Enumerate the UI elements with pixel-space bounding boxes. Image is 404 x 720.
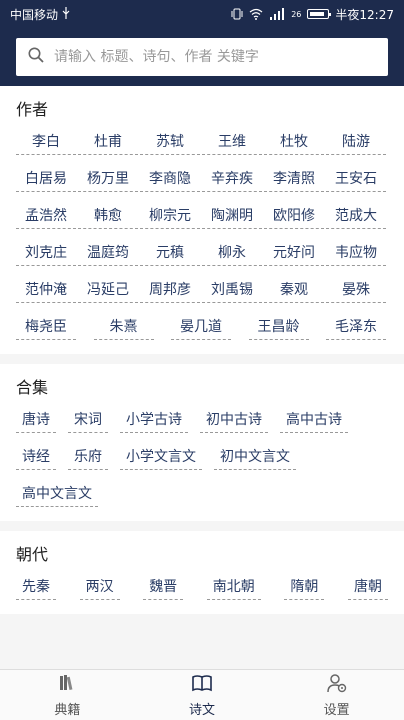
author-tag[interactable]: 苏轼 (140, 128, 200, 155)
author-tag[interactable]: 元好问 (264, 239, 324, 266)
collection-tag[interactable]: 高中文言文 (16, 480, 98, 507)
collection-tag[interactable]: 宋词 (68, 406, 108, 433)
carrier-label: 中国移动 (10, 7, 59, 22)
author-tag[interactable]: 李白 (16, 128, 76, 155)
collection-tag[interactable]: 初中文言文 (214, 443, 296, 470)
author-tag[interactable]: 范仲淹 (16, 276, 76, 303)
tab-label: 典籍 (54, 702, 81, 718)
books-icon (57, 673, 77, 697)
author-tag[interactable]: 刘克庄 (16, 239, 76, 266)
collection-tag[interactable]: 小学古诗 (120, 406, 188, 433)
collection-tag[interactable]: 唐诗 (16, 406, 56, 433)
wifi-icon (249, 8, 263, 20)
collection-tag-list: 唐诗 宋词 小学古诗 初中古诗 高中古诗诗经 乐府 小学文言文 初中文言文高中文言文 (16, 406, 388, 507)
author-tag[interactable]: 辛弃疾 (202, 165, 262, 192)
author-tag[interactable]: 陶渊明 (202, 202, 262, 229)
author-tag[interactable]: 冯延己 (78, 276, 138, 303)
dynasty-tag[interactable]: 南北朝 (206, 573, 261, 600)
tab-settings[interactable]: 设置 (269, 670, 404, 720)
search-bar[interactable] (16, 38, 388, 76)
clock: 半夜12:27 (335, 7, 394, 22)
author-tag[interactable]: 韦应物 (326, 239, 386, 266)
tab-label: 设置 (323, 702, 350, 718)
collection-tag[interactable]: 初中古诗 (200, 406, 268, 433)
tab-poems[interactable]: 诗文 (135, 670, 270, 720)
open-book-icon (191, 673, 213, 697)
tab-classics[interactable]: 典籍 (0, 670, 135, 720)
author-tag[interactable]: 欧阳修 (264, 202, 324, 229)
search-header (0, 28, 404, 86)
user-settings-icon (326, 673, 348, 697)
tab-label: 诗文 (189, 702, 216, 718)
author-tag[interactable]: 王维 (202, 128, 262, 155)
dynasties-section: 朝代 先秦 两汉 魏晋 南北朝 隋朝 唐朝 (0, 531, 404, 614)
author-tag[interactable]: 温庭筠 (78, 239, 138, 266)
authors-section: 作者 李白 杜甫 苏轼 王维 杜牧 陆游白居易 杨万里 李商隐 辛弃疾 李清照 王安石孟浩然 韩愈 柳宗… (0, 86, 404, 354)
author-tag[interactable]: 梅尧臣 (16, 313, 76, 340)
author-tag[interactable]: 李清照 (264, 165, 324, 192)
author-tag[interactable]: 陆游 (326, 128, 386, 155)
section-title-dynasties: 朝代 (16, 545, 49, 564)
author-tag[interactable]: 元稹 (140, 239, 200, 266)
usb-icon (62, 6, 70, 22)
signal-label: 26 (291, 9, 302, 19)
author-tag[interactable]: 毛泽东 (326, 313, 386, 340)
author-tag[interactable]: 晏几道 (171, 313, 231, 340)
author-tag[interactable]: 周邦彦 (140, 276, 200, 303)
vibrate-icon (231, 8, 243, 20)
author-tag[interactable]: 王安石 (326, 165, 386, 192)
author-tag[interactable]: 刘禹锡 (202, 276, 262, 303)
collection-tag[interactable]: 小学文言文 (120, 443, 202, 470)
author-tag[interactable]: 杜甫 (78, 128, 138, 155)
author-tag[interactable]: 朱熹 (93, 313, 154, 340)
dynasty-tag[interactable]: 魏晋 (143, 573, 184, 600)
collection-tag[interactable]: 高中古诗 (280, 406, 348, 433)
author-tag[interactable]: 杨万里 (78, 165, 138, 192)
author-tag[interactable]: 柳永 (202, 239, 262, 266)
main-content: 作者 李白 杜甫 苏轼 王维 杜牧 陆游白居易 杨万里 李商隐 辛弃疾 李清照 王安石孟浩然 韩愈 柳宗… (0, 86, 404, 669)
author-tag[interactable]: 范成大 (326, 202, 386, 229)
author-tag-list: 李白 杜甫 苏轼 王维 杜牧 陆游白居易 杨万里 李商隐 辛弃疾 李清照 王安石孟浩然 韩愈 柳宗元 陶渊… (16, 128, 388, 340)
author-tag[interactable]: 晏殊 (326, 276, 386, 303)
dynasty-tag-list: 先秦 两汉 魏晋 南北朝 隋朝 唐朝 (16, 573, 388, 600)
status-bar: 中国移动 26 半夜12:27 (0, 0, 404, 28)
author-tag[interactable]: 王昌龄 (248, 313, 309, 340)
dynasty-tag[interactable]: 两汉 (79, 573, 120, 600)
dynasty-tag[interactable]: 唐朝 (347, 573, 388, 600)
bottom-tab-bar: 典籍 诗文 设置 (0, 669, 404, 720)
search-icon (28, 47, 44, 67)
section-title-collections: 合集 (16, 378, 49, 397)
search-input[interactable] (54, 49, 376, 65)
dynasty-tag[interactable]: 先秦 (16, 573, 56, 600)
battery-icon (307, 9, 332, 19)
collections-section: 合集 唐诗 宋词 小学古诗 初中古诗 高中古诗诗经 乐府 小学文言文 初中文言文高中文言文 (0, 364, 404, 521)
collection-tag[interactable]: 乐府 (68, 443, 108, 470)
author-tag[interactable]: 孟浩然 (16, 202, 76, 229)
author-tag[interactable]: 李商隐 (140, 165, 200, 192)
author-tag[interactable]: 秦观 (264, 276, 324, 303)
author-tag[interactable]: 白居易 (16, 165, 76, 192)
author-tag[interactable]: 韩愈 (78, 202, 138, 229)
author-tag[interactable]: 柳宗元 (140, 202, 200, 229)
collection-tag[interactable]: 诗经 (16, 443, 56, 470)
dynasty-tag[interactable]: 隋朝 (284, 573, 325, 600)
author-tag[interactable]: 杜牧 (264, 128, 324, 155)
signal-icon (269, 8, 285, 20)
section-title-authors: 作者 (16, 100, 49, 119)
